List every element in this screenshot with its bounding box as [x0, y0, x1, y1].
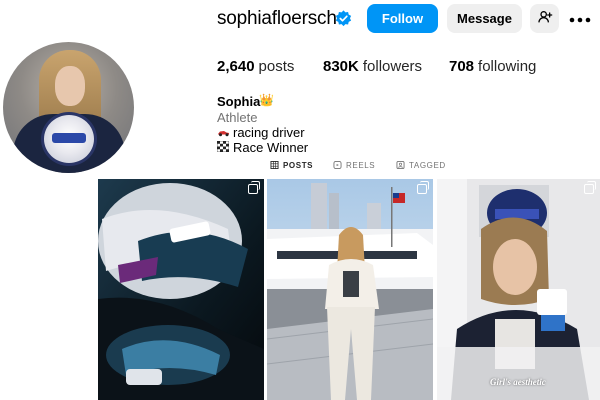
avatar-helmet: [41, 112, 97, 166]
add-user-icon: [537, 11, 552, 23]
race-car-icon: [217, 125, 233, 140]
post-image: [437, 179, 600, 400]
profile-avatar[interactable]: [3, 42, 134, 173]
crown-emoji: 👑: [259, 93, 274, 107]
following-stat[interactable]: 708 following: [449, 58, 536, 75]
suggested-users-button[interactable]: [530, 4, 559, 33]
follow-button[interactable]: Follow: [367, 4, 438, 33]
multi-photo-icon: [248, 181, 260, 194]
posts-count: 2,640: [217, 58, 255, 75]
verified-badge-icon: [335, 10, 352, 27]
posts-stat: 2,640 posts: [217, 58, 294, 75]
reels-icon: [333, 161, 342, 169]
post-overlay-caption: Girl's aesthetic: [490, 377, 546, 387]
multi-photo-icon: [417, 181, 429, 194]
checkered-flag-icon: [216, 140, 233, 155]
post-image: [267, 179, 433, 400]
tab-label: TAGGED: [409, 161, 446, 170]
bio-line: racing driver: [217, 125, 305, 140]
more-options-icon: [569, 17, 591, 22]
message-button[interactable]: Message: [447, 4, 522, 33]
post-thumbnail[interactable]: [437, 179, 600, 400]
bio-line: Race Winner: [216, 140, 309, 155]
post-thumbnail[interactable]: [267, 179, 433, 400]
tab-reels[interactable]: REELS: [333, 161, 375, 170]
tab-label: REELS: [346, 161, 376, 170]
post-thumbnail[interactable]: [98, 179, 264, 400]
bio-line-text: Race Winner: [233, 140, 309, 155]
following-label: following: [478, 58, 537, 75]
avatar-face: [55, 66, 85, 106]
multi-photo-icon: [584, 181, 596, 194]
posts-label: posts: [258, 58, 295, 75]
grid-icon: [270, 161, 279, 169]
more-options-button[interactable]: [568, 9, 592, 27]
followers-stat[interactable]: 830K followers: [323, 58, 422, 75]
display-name: Sophia: [217, 94, 261, 109]
profile-category: Athlete: [217, 110, 258, 125]
profile-username: sophiafloersch: [217, 8, 337, 29]
following-count: 708: [449, 58, 475, 75]
followers-count: 830K: [323, 58, 359, 75]
post-image: [98, 179, 264, 400]
tab-label: POSTS: [283, 161, 314, 170]
followers-label: followers: [362, 58, 423, 75]
tab-posts[interactable]: POSTS: [270, 161, 313, 170]
bio-line-text: racing driver: [233, 125, 305, 140]
tagged-icon: [396, 161, 405, 169]
tab-tagged[interactable]: TAGGED: [396, 161, 446, 170]
